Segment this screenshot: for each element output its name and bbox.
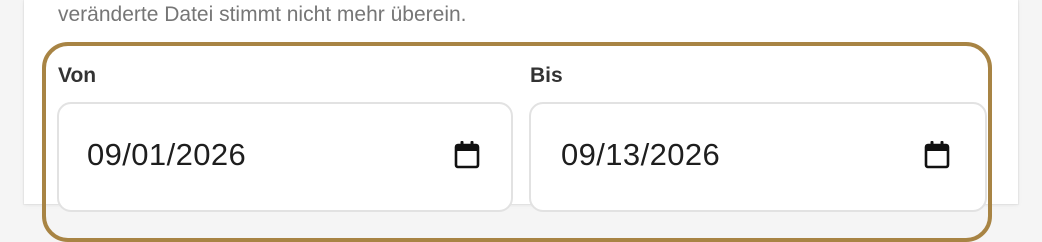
calendar-icon[interactable] [453, 140, 481, 170]
help-text: veränderte Datei stimmt nicht mehr übere… [58, 3, 467, 26]
from-date-value[interactable]: 09/01/2026 [87, 136, 246, 174]
calendar-icon[interactable] [923, 140, 951, 170]
to-date-input[interactable]: 09/13/2026 [529, 102, 987, 212]
to-date-value[interactable]: 09/13/2026 [561, 136, 720, 174]
to-label: Bis [530, 64, 563, 87]
from-label: Von [58, 64, 97, 87]
from-date-input[interactable]: 09/01/2026 [57, 102, 513, 212]
